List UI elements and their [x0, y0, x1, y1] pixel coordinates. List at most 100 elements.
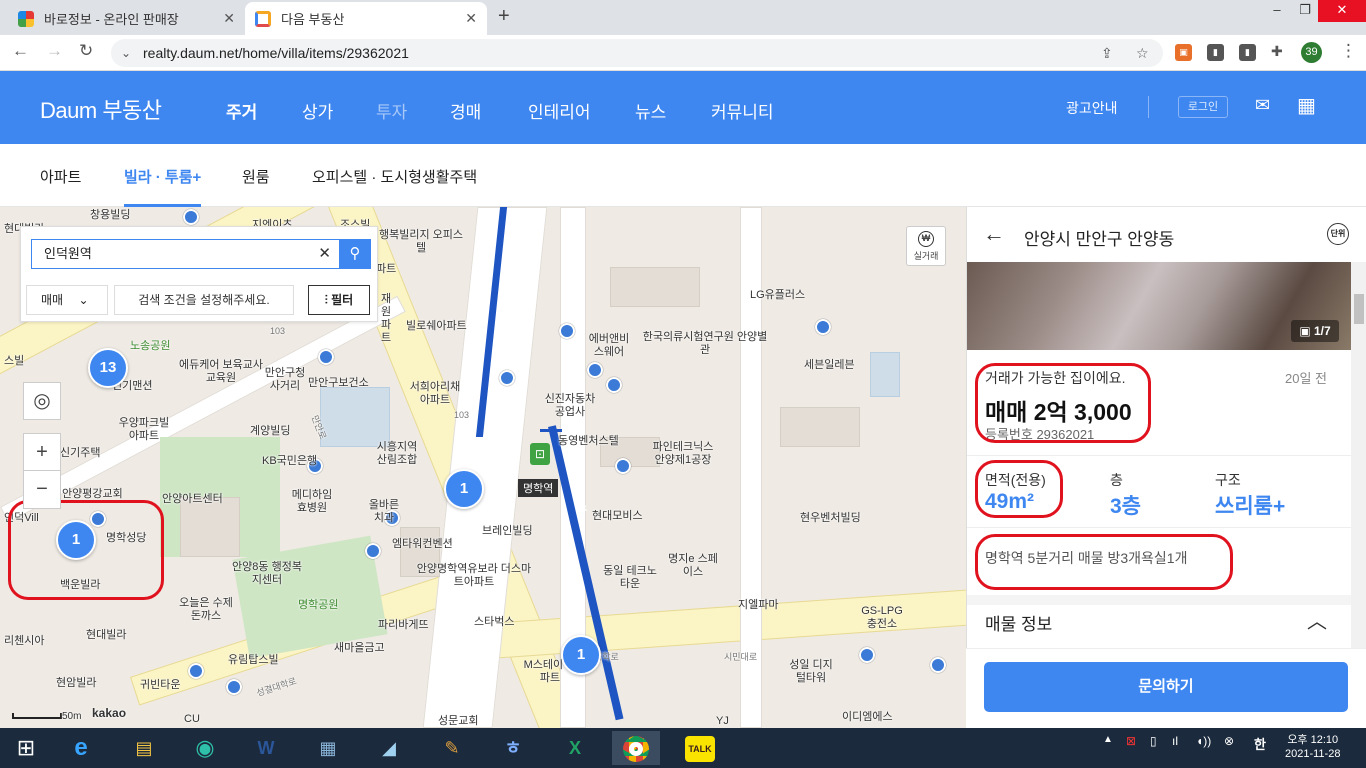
word-icon[interactable]: W: [242, 731, 290, 765]
subnav-oneroom[interactable]: 원룸: [242, 166, 270, 187]
panel-scrollbar[interactable]: [1351, 262, 1366, 648]
bus-stop-icon[interactable]: [188, 663, 204, 679]
new-tab-icon[interactable]: +: [498, 5, 510, 28]
zoom-out-button[interactable]: −: [23, 471, 61, 509]
file-explorer-icon[interactable]: ▤: [120, 731, 168, 765]
chevron-up-icon[interactable]: ︿: [1307, 605, 1327, 634]
bus-stop-icon[interactable]: [559, 323, 575, 339]
edge-browser-icon[interactable]: ◉: [181, 731, 229, 765]
filter-sliders-icon: ⫶: [324, 293, 328, 307]
chrome-icon[interactable]: [612, 731, 660, 765]
bus-stop-icon[interactable]: [930, 657, 946, 673]
map-label: 안양8동 행정복지센터: [232, 561, 302, 586]
internet-explorer-icon[interactable]: e: [57, 731, 105, 765]
excel-icon[interactable]: X: [551, 731, 599, 765]
building-block: [610, 267, 700, 307]
listing-cluster-marker[interactable]: 1: [444, 469, 484, 509]
minimize-icon[interactable]: –: [1262, 0, 1292, 22]
extension-orange-icon[interactable]: ▣: [1175, 44, 1192, 61]
paint-icon[interactable]: ✎: [428, 731, 476, 765]
trade-type-select[interactable]: 매매 ⌄: [26, 285, 108, 315]
bus-stop-icon[interactable]: [615, 458, 631, 474]
bus-stop-icon[interactable]: [183, 209, 199, 225]
search-condition-field[interactable]: 검색 조건을 설정해주세요.: [114, 285, 294, 315]
search-icon[interactable]: ⚲: [339, 239, 371, 269]
signal-icon[interactable]: ıl: [1172, 734, 1178, 748]
network-error-icon[interactable]: ⊠: [1126, 734, 1136, 748]
map-label: 성문교회: [438, 715, 479, 727]
search-input[interactable]: 인덕원역 ✕: [31, 239, 339, 269]
mail-icon[interactable]: ✉: [1255, 95, 1270, 116]
daum-realty-logo[interactable]: Daum 부동산: [40, 93, 162, 125]
system-clock[interactable]: 오후 12:10 2021-11-28: [1285, 733, 1340, 761]
listing-photo[interactable]: ▣ 1/7: [967, 262, 1351, 350]
device-icon[interactable]: ▯: [1150, 734, 1157, 748]
browser-tab-active[interactable]: 다음 부동산 ✕: [245, 2, 487, 35]
nav-invest[interactable]: 투자: [376, 98, 407, 123]
bookmark-star-icon[interactable]: ☆: [1136, 39, 1149, 67]
bus-stop-icon[interactable]: [815, 319, 831, 335]
bus-stop-icon[interactable]: [226, 679, 242, 695]
tab-title: 다음 부동산: [281, 12, 345, 27]
share-icon[interactable]: ⇪: [1101, 39, 1113, 67]
ad-info-link[interactable]: 광고안내: [1066, 98, 1118, 118]
listing-cluster-marker[interactable]: 1: [561, 635, 601, 675]
url-field[interactable]: ⌄ realty.daum.net/home/villa/items/29362…: [111, 39, 1163, 67]
filter-button[interactable]: ⫶ 필터: [308, 285, 370, 315]
station-label[interactable]: 명학역: [518, 479, 559, 497]
close-tab-icon[interactable]: ✕: [465, 10, 477, 27]
volume-icon[interactable]: ◖)): [1196, 734, 1211, 748]
bus-stop-icon[interactable]: [606, 377, 622, 393]
clock-time: 오후 12:10: [1287, 734, 1339, 746]
hwp-icon[interactable]: ㅎ: [489, 731, 537, 765]
notepad-icon[interactable]: ◢: [365, 731, 413, 765]
profile-avatar[interactable]: 39: [1301, 42, 1322, 63]
extension-dark-icon[interactable]: ▮: [1239, 44, 1256, 61]
tray-expand-icon[interactable]: ▲: [1103, 734, 1113, 745]
scrollbar-thumb[interactable]: [1354, 294, 1364, 324]
chevron-down-icon[interactable]: ⌄: [121, 39, 131, 67]
zoom-in-button[interactable]: +: [23, 433, 61, 471]
bus-stop-icon[interactable]: [365, 543, 381, 559]
nav-auction[interactable]: 경매: [450, 98, 481, 123]
windows-start-icon[interactable]: ⊞: [2, 731, 50, 765]
more-menu-icon[interactable]: ⋮: [1340, 41, 1357, 61]
nav-commercial[interactable]: 상가: [302, 98, 333, 123]
listing-info-section-title[interactable]: 매물 정보: [985, 610, 1052, 635]
forward-arrow-icon[interactable]: →: [46, 41, 63, 61]
subnav-villa[interactable]: 빌라 · 투룸+: [124, 166, 202, 207]
back-arrow-icon[interactable]: ←: [12, 41, 29, 61]
control-panel-icon[interactable]: ▦: [304, 731, 352, 765]
puzzle-extensions-icon[interactable]: ✚: [1271, 43, 1283, 60]
real-price-button[interactable]: ₩ 실거래: [906, 226, 946, 266]
close-window-icon[interactable]: ✕: [1318, 0, 1366, 22]
current-location-icon[interactable]: ◎: [23, 382, 61, 420]
close-circle-icon[interactable]: ⊗: [1224, 734, 1234, 748]
kakaotalk-icon[interactable]: TALK: [676, 731, 724, 765]
bus-stop-icon[interactable]: [318, 349, 334, 365]
extension-dark-icon[interactable]: ▮: [1207, 44, 1224, 61]
ime-indicator[interactable]: 한: [1254, 734, 1266, 753]
browser-tab-inactive[interactable]: 바로정보 - 온라인 판매장 ✕: [8, 2, 245, 35]
bus-stop-icon[interactable]: [499, 370, 515, 386]
nav-news[interactable]: 뉴스: [635, 98, 666, 123]
restore-icon[interactable]: ❐: [1290, 0, 1320, 22]
clear-icon[interactable]: ✕: [318, 240, 331, 268]
map-label: 파인테크닉스 안양제1공장: [652, 441, 714, 466]
back-arrow-icon[interactable]: ←: [983, 221, 1005, 247]
subway-station-icon[interactable]: ⊡: [530, 443, 550, 465]
close-tab-icon[interactable]: ✕: [223, 10, 235, 27]
login-button[interactable]: 로그인: [1178, 96, 1228, 118]
inquiry-button[interactable]: 문의하기: [984, 662, 1348, 712]
grid-menu-icon[interactable]: ▦: [1297, 93, 1316, 118]
unit-toggle-icon[interactable]: 단위: [1327, 223, 1349, 245]
nav-community[interactable]: 커뮤니티: [711, 98, 774, 123]
nav-residential[interactable]: 주거: [226, 98, 257, 123]
nav-interior[interactable]: 인테리어: [528, 98, 591, 123]
subnav-apartment[interactable]: 아파트: [40, 166, 81, 187]
reload-icon[interactable]: ↻: [79, 41, 93, 61]
subnav-officetel[interactable]: 오피스텔 · 도시형생활주택: [312, 166, 477, 187]
listing-cluster-marker[interactable]: 13: [88, 348, 128, 388]
bus-stop-icon[interactable]: [587, 362, 603, 378]
bus-stop-icon[interactable]: [859, 647, 875, 663]
